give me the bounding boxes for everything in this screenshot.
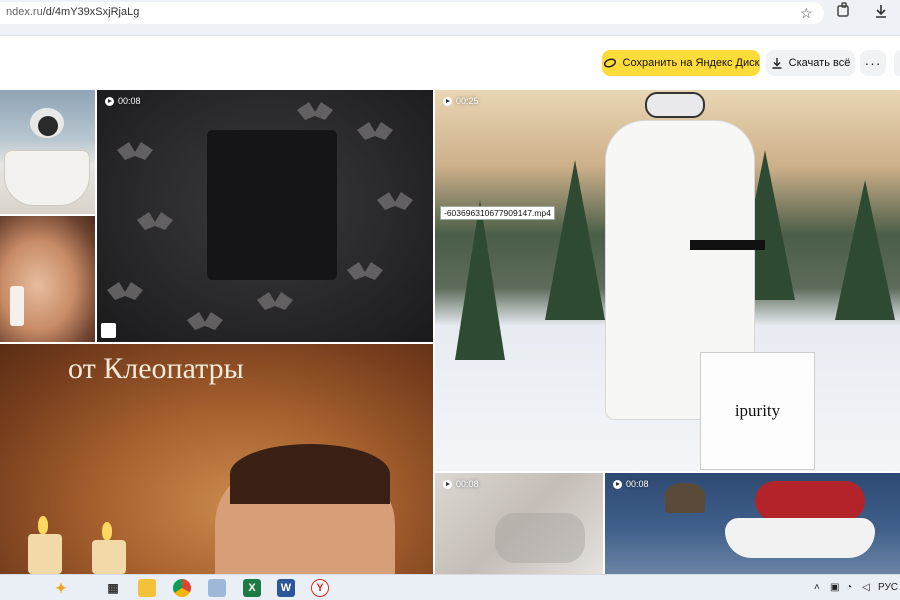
word-icon[interactable]: W <box>277 579 295 597</box>
disk-icon <box>603 58 616 68</box>
excel-icon[interactable]: X <box>243 579 261 597</box>
ski-goggles-shape <box>645 92 705 118</box>
tray-app-icon[interactable]: ▣ <box>830 582 839 593</box>
cream-tube-shape <box>10 286 24 326</box>
downloads-icon[interactable] <box>873 3 889 19</box>
url-text: ndex.ru/d/4mY39xSxjRjaLg <box>6 6 139 18</box>
filename-tooltip: -603696310677909147.mp4 <box>440 206 555 220</box>
foil-wrap-shape <box>495 513 585 563</box>
media-tile-hands-video[interactable]: 00:08 <box>435 473 603 574</box>
language-indicator[interactable]: РУС <box>878 582 898 593</box>
video-duration-badge: 00:08 <box>443 479 479 489</box>
candle-shape-2 <box>92 540 126 574</box>
copilot-icon[interactable]: ✦ <box>52 579 70 597</box>
duration-text: 00:25 <box>456 96 479 106</box>
duration-text: 00:08 <box>118 96 141 106</box>
address-bar[interactable]: ndex.ru/d/4mY39xSxjRjaLg ☆ <box>0 2 824 24</box>
yandex-browser-icon[interactable]: Y <box>311 579 329 597</box>
media-tile-bath-photo[interactable] <box>0 90 95 214</box>
sleigh-shape <box>725 518 875 558</box>
reindeer-shape <box>665 483 705 513</box>
bookmark-star-icon[interactable]: ☆ <box>800 5 813 22</box>
windows-taskbar: ✦ ▦ X W Y ˄ ▣ ◔ ◁ РУС <box>0 574 900 600</box>
video-duration-badge: 00:08 <box>613 479 649 489</box>
belt-shape <box>690 240 765 250</box>
media-tile-ski-video[interactable]: ipurity 00:25 -603696310677909147.mp4 <box>435 90 900 471</box>
gift-bags-shape <box>755 481 865 521</box>
download-all-button[interactable]: Скачать всё <box>766 50 855 76</box>
save-to-disk-button[interactable]: Сохранить на Яндекс Диск <box>602 50 760 76</box>
overlay-title-text: от Клеопатры <box>68 352 244 385</box>
extensions-icon[interactable] <box>836 2 852 18</box>
bats-pattern <box>107 102 413 330</box>
url-path: /d/4mY39xSxjRjaLg <box>42 6 140 18</box>
candle-flame-shape-2 <box>102 522 112 540</box>
bag-brand-text: ipurity <box>734 401 781 420</box>
video-duration-badge: 00:25 <box>443 96 479 106</box>
hair-shape <box>230 444 390 504</box>
paint-icon[interactable] <box>208 579 226 597</box>
play-icon <box>105 96 114 106</box>
play-icon <box>613 479 622 489</box>
wifi-icon[interactable]: ◔ <box>846 582 852 593</box>
video-duration-badge: 00:08 <box>105 96 141 106</box>
head-shape <box>38 116 58 136</box>
chrome-icon[interactable] <box>173 579 191 597</box>
save-to-disk-label: Сохранить на Яндекс Диск <box>622 57 760 69</box>
media-tile-cleopatra-video[interactable]: от Клеопатры <box>0 344 433 574</box>
shopping-bag: ipurity <box>700 352 815 470</box>
header-edge-button[interactable] <box>894 50 900 76</box>
bathtub-shape <box>4 150 90 206</box>
media-tile-sleigh-video[interactable]: 00:08 <box>605 473 900 574</box>
url-host: ndex.ru <box>6 6 43 18</box>
candle-flame-shape <box>38 516 48 534</box>
tray-chevron-icon[interactable]: ˄ <box>814 582 820 593</box>
download-icon <box>772 58 782 69</box>
duration-text: 00:08 <box>456 479 479 489</box>
more-options-button[interactable]: ··· <box>860 50 886 76</box>
candle-shape <box>28 534 62 574</box>
select-checkbox[interactable] <box>101 323 116 338</box>
media-tile-bats-video[interactable]: 00:08 <box>97 90 433 342</box>
page-header: Сохранить на Яндекс Диск Скачать всё ··· <box>0 36 900 88</box>
browser-toolbar: ndex.ru/d/4mY39xSxjRjaLg ☆ <box>0 0 900 36</box>
task-view-icon[interactable]: ▦ <box>104 579 122 597</box>
file-explorer-icon[interactable] <box>138 579 156 597</box>
play-icon <box>443 96 452 106</box>
duration-text: 00:08 <box>626 479 649 489</box>
volume-icon[interactable]: ◁ <box>862 582 870 593</box>
media-tile-face-photo[interactable] <box>0 216 95 342</box>
play-icon <box>443 479 452 489</box>
more-options-label: ··· <box>864 55 882 71</box>
download-all-label: Скачать всё <box>788 57 851 69</box>
